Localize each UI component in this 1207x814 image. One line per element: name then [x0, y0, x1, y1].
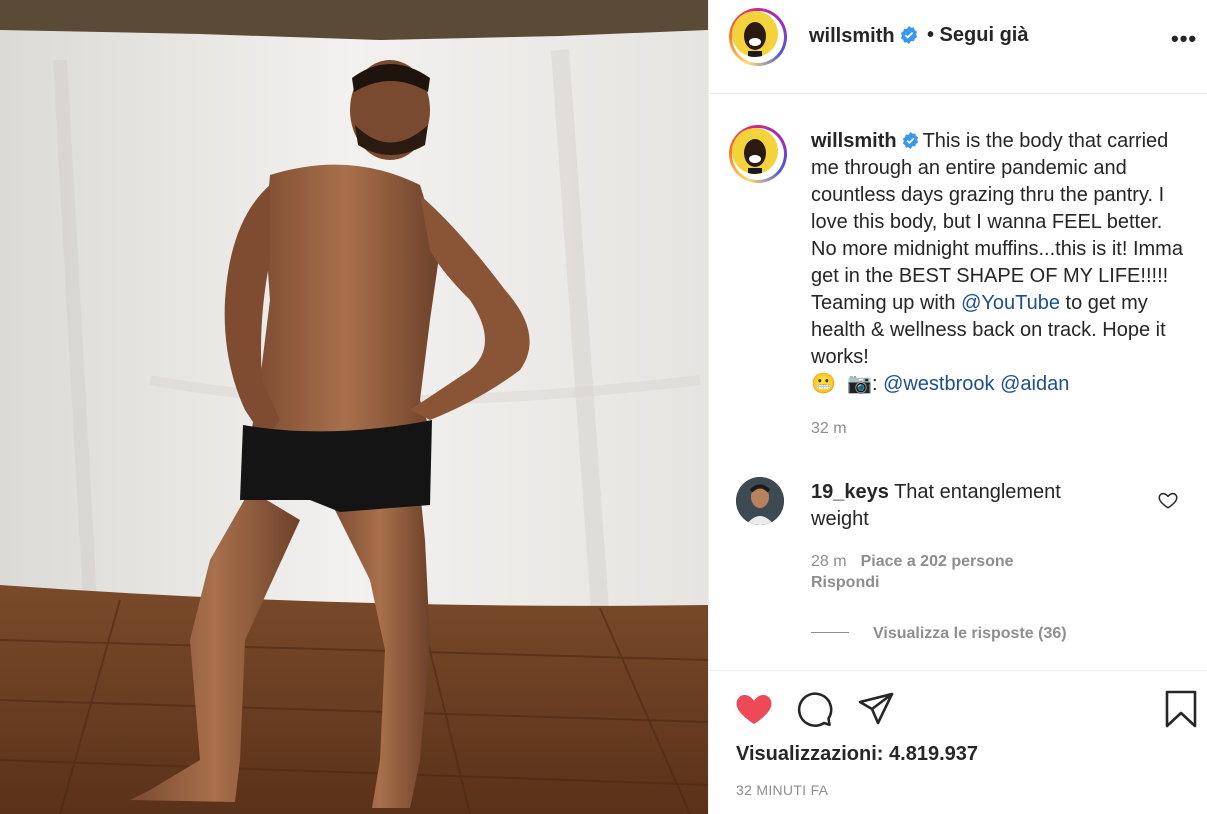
comment-meta: 28 m Piace a 202 persone	[811, 553, 1028, 571]
views-label: Visualizzazioni:	[736, 743, 884, 765]
replies-divider-line	[811, 632, 849, 633]
more-horizontal-icon[interactable]: •••	[1171, 26, 1197, 52]
photo-illustration	[0, 0, 708, 814]
comment-bubble-icon[interactable]	[795, 689, 835, 729]
follow-status-button[interactable]: • Segui già	[927, 24, 1028, 47]
mention-westbrook-link[interactable]: @westbrook	[883, 373, 994, 395]
grimace-emoji: 😬	[811, 373, 836, 395]
avatar[interactable]	[729, 8, 787, 66]
caption-timestamp[interactable]: 32 m	[811, 420, 847, 438]
mention-youtube-link[interactable]: @YouTube	[961, 292, 1060, 314]
comment-timestamp[interactable]: 28 m	[811, 553, 847, 570]
username-text[interactable]: willsmith	[809, 25, 895, 47]
post-photo[interactable]	[0, 0, 708, 814]
commenter-username[interactable]: 19_keys	[811, 481, 889, 503]
like-heart-icon[interactable]	[734, 689, 774, 729]
caption-avatar[interactable]	[729, 125, 787, 183]
post-time-ago[interactable]: 32 MINUTI FA	[736, 782, 828, 798]
commenter-avatar[interactable]	[736, 477, 784, 525]
comment-text: 19_keys That entanglement weight	[811, 479, 1111, 533]
action-bar: Visualizzazioni: 4.819.937 32 MINUTI FA	[709, 670, 1207, 814]
camera-emoji: 📷	[847, 373, 872, 395]
views-number: 4.819.937	[889, 743, 978, 765]
view-replies-button[interactable]: Visualizza le risposte (36)	[811, 625, 1067, 643]
comment-like-heart-icon[interactable]	[1157, 489, 1179, 511]
comment-likes-count[interactable]: Piace a 202 persone	[861, 553, 1014, 570]
verified-badge-icon	[900, 26, 917, 44]
caption-colon: :	[871, 373, 878, 395]
comment-item: 19_keys That entanglement weight 28 m Pia…	[709, 475, 1207, 655]
post-author-username[interactable]: willsmith	[809, 25, 918, 48]
verified-badge-icon	[902, 132, 918, 149]
caption-text: willsmith This is the body that carried m…	[811, 128, 1187, 398]
view-replies-label[interactable]: Visualizza le risposte (36)	[873, 625, 1067, 642]
reply-button[interactable]: Rispondi	[811, 574, 879, 592]
caption-body-part1: This is the body that carried me through…	[811, 130, 1183, 314]
views-count[interactable]: Visualizzazioni: 4.819.937	[736, 743, 978, 766]
post-side-panel: willsmith • Segui già ••• willsmith This …	[708, 0, 1207, 814]
mention-aidan-link[interactable]: @aidan	[1000, 373, 1069, 395]
caption-username[interactable]: willsmith	[811, 130, 897, 152]
post-header: willsmith • Segui già •••	[709, 0, 1207, 94]
bookmark-save-icon[interactable]	[1161, 689, 1201, 729]
share-send-icon[interactable]	[856, 689, 896, 729]
